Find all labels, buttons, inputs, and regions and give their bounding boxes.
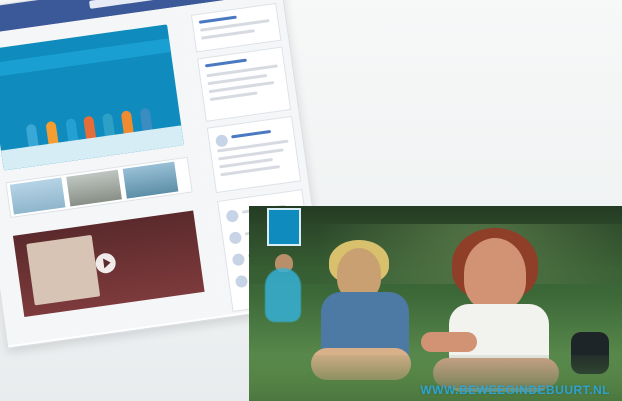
video-thumbnail-room — [26, 234, 101, 306]
woman-right-face — [464, 238, 526, 310]
video-post — [12, 210, 205, 318]
sidebar-avatar — [234, 274, 249, 289]
sidebar-line — [198, 15, 237, 24]
background-person — [265, 268, 301, 322]
scene: WWW.BEWEEGINDEBUURT.NL — [0, 0, 622, 401]
sidebar-line — [201, 29, 255, 40]
cover-banner — [0, 24, 184, 171]
sidebar-box — [197, 46, 292, 122]
sidebar-line — [204, 58, 247, 68]
photo-thumbnail — [66, 169, 122, 207]
foliage-background — [249, 224, 622, 284]
sidebar-avatar — [231, 252, 246, 267]
play-icon — [94, 251, 117, 275]
logo-badge — [267, 208, 301, 246]
photo-thumbnail — [122, 161, 179, 199]
sidebar-line — [209, 91, 258, 102]
sidebar-line — [206, 64, 279, 78]
sidebar-avatar — [214, 134, 229, 148]
exercise-photo: WWW.BEWEEGINDEBUURT.NL — [249, 206, 622, 401]
sidebar-line — [231, 129, 272, 139]
photo-thumbnail — [9, 177, 66, 215]
sidebar-avatar — [225, 209, 240, 223]
sidebar-box — [206, 115, 302, 194]
sidebar-avatar — [228, 231, 243, 245]
banner-top-strip — [0, 38, 171, 78]
watermark: WWW.BEWEEGINDEBUURT.NL — [420, 383, 610, 397]
woman-right-arm — [421, 332, 477, 352]
search-bar — [88, 0, 160, 9]
sidebar-box — [190, 2, 282, 53]
